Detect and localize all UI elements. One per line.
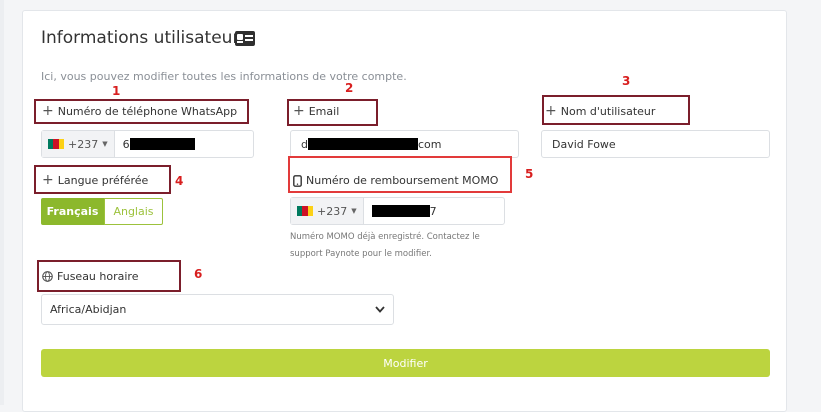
whatsapp-value: 6 xyxy=(122,137,130,151)
language-option-anglais[interactable]: Anglais xyxy=(104,198,163,225)
page-title: Informations utilisateur xyxy=(41,28,240,48)
email-label-text: Email xyxy=(308,105,340,118)
username-field[interactable]: David Fowe xyxy=(541,130,770,158)
annotation-number-2: 2 xyxy=(345,81,354,95)
momo-label: Numéro de remboursement MOMO xyxy=(293,174,498,187)
annotation-number-5: 5 xyxy=(525,167,534,181)
timezone-label-text: Fuseau horaire xyxy=(57,270,139,283)
momo-label-text: Numéro de remboursement MOMO xyxy=(306,174,499,187)
plus-icon: + xyxy=(293,103,305,119)
redaction-bar xyxy=(129,138,195,150)
momo-country-code: +237 xyxy=(317,204,348,218)
whatsapp-label: + Numéro de téléphone WhatsApp xyxy=(42,103,238,119)
whatsapp-country-code: +237 xyxy=(68,137,99,151)
annotation-number-6: 6 xyxy=(194,267,203,281)
user-info-card: Informations utilisateur Ici, vous pouve… xyxy=(22,10,787,412)
username-label: + Nom d'utilisateur xyxy=(545,103,656,119)
timezone-select[interactable]: Africa/Abidjan xyxy=(41,294,394,325)
mobile-phone-icon xyxy=(293,174,302,187)
id-card-icon xyxy=(235,31,255,46)
email-value-start: d xyxy=(301,137,308,151)
plus-icon: + xyxy=(42,172,54,188)
momo-help-text: Numéro MOMO déjà enregistré. Contactez l… xyxy=(290,232,480,259)
chevron-down-icon xyxy=(375,306,385,313)
timezone-value: Africa/Abidjan xyxy=(50,303,127,316)
globe-icon xyxy=(42,271,53,282)
language-option-francais[interactable]: Français xyxy=(41,198,104,225)
language-toggle: Français Anglais xyxy=(41,198,163,225)
annotation-number-3: 3 xyxy=(622,74,631,88)
email-value-end: com xyxy=(417,137,442,151)
language-label: + Langue préférée xyxy=(42,172,149,188)
email-field[interactable]: d com xyxy=(290,130,519,158)
annotation-number-1: 1 xyxy=(112,84,121,98)
plus-icon: + xyxy=(545,103,557,119)
momo-country-select[interactable]: +237 ▼ xyxy=(291,198,364,224)
momo-value-end: 7 xyxy=(429,204,437,218)
username-value: David Fowe xyxy=(552,137,616,151)
redaction-bar xyxy=(307,138,418,150)
whatsapp-label-text: Numéro de téléphone WhatsApp xyxy=(57,105,238,118)
whatsapp-country-select[interactable]: +237 ▼ xyxy=(42,131,115,157)
plus-icon: + xyxy=(42,103,54,119)
redaction-bar xyxy=(371,205,430,217)
momo-field[interactable]: +237 ▼ 7 xyxy=(290,197,505,225)
submit-button[interactable]: Modifier xyxy=(41,349,770,377)
username-label-text: Nom d'utilisateur xyxy=(560,105,656,118)
cameroon-flag-icon xyxy=(48,139,64,149)
language-label-text: Langue préférée xyxy=(57,174,149,187)
whatsapp-field[interactable]: +237 ▼ 6 xyxy=(41,130,254,158)
timezone-label: Fuseau horaire xyxy=(42,270,138,283)
annotation-number-4: 4 xyxy=(175,174,184,188)
left-edge xyxy=(0,0,4,405)
caret-down-icon: ▼ xyxy=(351,207,357,215)
cameroon-flag-icon xyxy=(297,206,313,216)
email-label: + Email xyxy=(293,103,340,119)
caret-down-icon: ▼ xyxy=(102,140,108,148)
